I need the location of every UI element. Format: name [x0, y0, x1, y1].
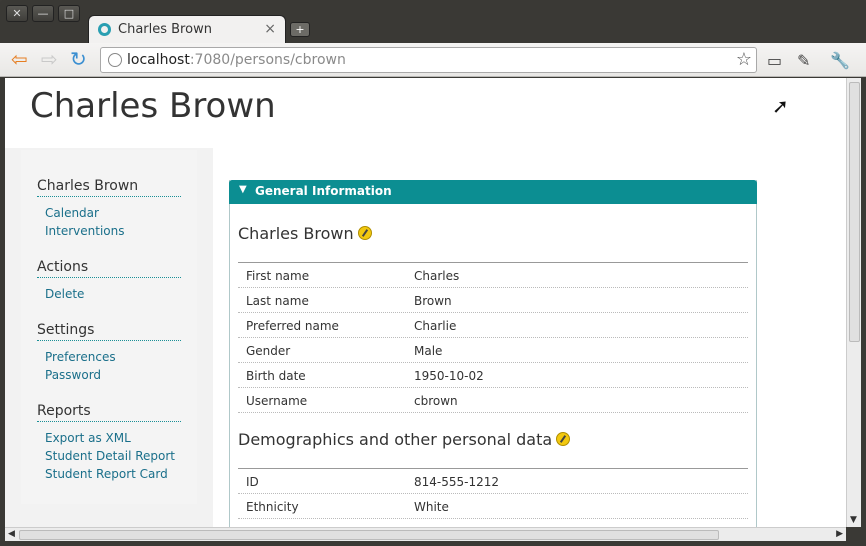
new-tab-button[interactable]: +	[290, 22, 310, 37]
sidebar-section-settings: Settings Preferences Password	[37, 322, 181, 384]
horizontal-scroll-thumb[interactable]	[19, 530, 719, 540]
field-value: Charlie	[414, 319, 457, 333]
sidebar-heading: Charles Brown	[37, 178, 181, 197]
field-value: Charles	[414, 269, 460, 283]
field-value: Brown	[414, 294, 452, 308]
browser-window: ✕ — □ Charles Brown × + ⇦ ⇨ ↻ localhost:…	[0, 0, 866, 546]
window-close-button[interactable]: ✕	[6, 5, 28, 22]
sidebar-link-export-xml[interactable]: Export as XML	[37, 429, 181, 447]
url-path: :7080/persons/cbrown	[189, 52, 346, 68]
general-section-title-text: Charles Brown	[238, 224, 354, 243]
scroll-right-arrow-icon[interactable]: ▶	[836, 529, 843, 539]
window-maximize-button[interactable]: □	[58, 5, 80, 22]
sidebar-heading: Settings	[37, 322, 181, 341]
field-label: Birth date	[246, 369, 306, 383]
general-section-title: Charles Brown	[238, 224, 372, 243]
collapse-caret-icon[interactable]: ▼	[239, 184, 247, 195]
window-minimize-button[interactable]: —	[32, 5, 54, 22]
sidebar-link-delete[interactable]: Delete	[37, 285, 181, 303]
field-label: Username	[246, 394, 308, 408]
browser-tab[interactable]: Charles Brown ×	[88, 15, 286, 44]
field-label: Ethnicity	[246, 500, 299, 514]
tab-title: Charles Brown	[118, 22, 212, 37]
fullscreen-icon[interactable]: ▭	[767, 51, 782, 70]
table-row: Username cbrown	[238, 388, 748, 413]
field-label: Preferred name	[246, 319, 339, 333]
field-value: White	[414, 500, 449, 514]
field-value: 814-555-1212	[414, 475, 500, 489]
sidebar-heading: Reports	[37, 403, 181, 422]
sidebar-section-reports: Reports Export as XML Student Detail Rep…	[37, 403, 181, 483]
sidebar-section-actions: Actions Delete	[37, 259, 181, 303]
table-row: Birth date 1950-10-02	[238, 363, 748, 388]
general-info-table: First name Charles Last name Brown Preferr…	[238, 262, 748, 413]
wrench-icon[interactable]: 🔧	[830, 51, 850, 70]
table-row: Preferred name Charlie	[238, 313, 748, 338]
field-value: 1950-10-02	[414, 369, 484, 383]
sidebar-link-student-detail-report[interactable]: Student Detail Report	[37, 447, 181, 465]
vertical-scrollbar[interactable]: ▼	[846, 78, 861, 527]
field-label: Last name	[246, 294, 309, 308]
scroll-left-arrow-icon[interactable]: ◀	[8, 529, 15, 539]
edit-icon[interactable]	[357, 226, 372, 240]
panel-header-label: General Information	[255, 184, 392, 198]
page-title: Charles Brown	[30, 86, 276, 126]
sidebar-link-interventions[interactable]: Interventions	[37, 222, 181, 240]
vertical-scroll-thumb[interactable]	[849, 82, 860, 342]
favicon-icon	[98, 23, 111, 36]
main-content: ▼ General Information Charles Brown Firs…	[213, 148, 846, 527]
address-bar[interactable]: localhost:7080/persons/cbrown ☆	[100, 47, 757, 73]
sidebar: Charles Brown Calendar Interventions Act…	[21, 150, 197, 504]
field-label: First name	[246, 269, 310, 283]
page-header: Charles Brown	[5, 78, 846, 148]
url-host: localhost	[127, 52, 190, 68]
demographics-info-table: ID 814-555-1212 Ethnicity White	[238, 468, 748, 519]
table-row: Gender Male	[238, 338, 748, 363]
field-label: ID	[246, 475, 259, 489]
page-viewport: Charles Brown Charles Brown Calendar Int…	[5, 78, 846, 527]
table-row: ID 814-555-1212	[238, 469, 748, 494]
sidebar-link-password[interactable]: Password	[37, 366, 181, 384]
demographics-section-title-text: Demographics and other personal data	[238, 430, 553, 449]
sidebar-section-person: Charles Brown Calendar Interventions	[37, 178, 181, 240]
field-label: Gender	[246, 344, 291, 358]
bookmark-star-icon[interactable]: ☆	[736, 49, 752, 70]
browser-toolbar: ⇦ ⇨ ↻ localhost:7080/persons/cbrown ☆ ▭ …	[0, 43, 866, 77]
table-row: First name Charles	[238, 263, 748, 288]
window-controls: ✕ — □	[6, 5, 80, 22]
back-button[interactable]: ⇦	[11, 49, 28, 69]
field-value: cbrown	[414, 394, 458, 408]
sidebar-link-calendar[interactable]: Calendar	[37, 204, 181, 222]
globe-icon	[108, 53, 122, 67]
field-value: Male	[414, 344, 443, 358]
table-row: Last name Brown	[238, 288, 748, 313]
sidebar-heading: Actions	[37, 259, 181, 278]
scroll-down-arrow-icon[interactable]: ▼	[850, 515, 857, 525]
demographics-section-title: Demographics and other personal data	[238, 430, 571, 449]
url-text[interactable]: localhost:7080/persons/cbrown	[127, 52, 346, 68]
edit-icon[interactable]	[556, 432, 571, 446]
mouse-cursor-icon: ➚	[772, 94, 789, 118]
tab-close-icon[interactable]: ×	[264, 21, 276, 37]
horizontal-scrollbar[interactable]: ◀ ▶	[5, 527, 846, 541]
table-row: Ethnicity White	[238, 494, 748, 519]
forward-button[interactable]: ⇨	[41, 49, 58, 69]
pin-icon[interactable]: ✎	[797, 51, 810, 70]
reload-button[interactable]: ↻	[70, 49, 87, 69]
sidebar-link-student-report-card[interactable]: Student Report Card	[37, 465, 181, 483]
sidebar-link-preferences[interactable]: Preferences	[37, 348, 181, 366]
panel-header[interactable]: ▼ General Information	[229, 180, 757, 204]
